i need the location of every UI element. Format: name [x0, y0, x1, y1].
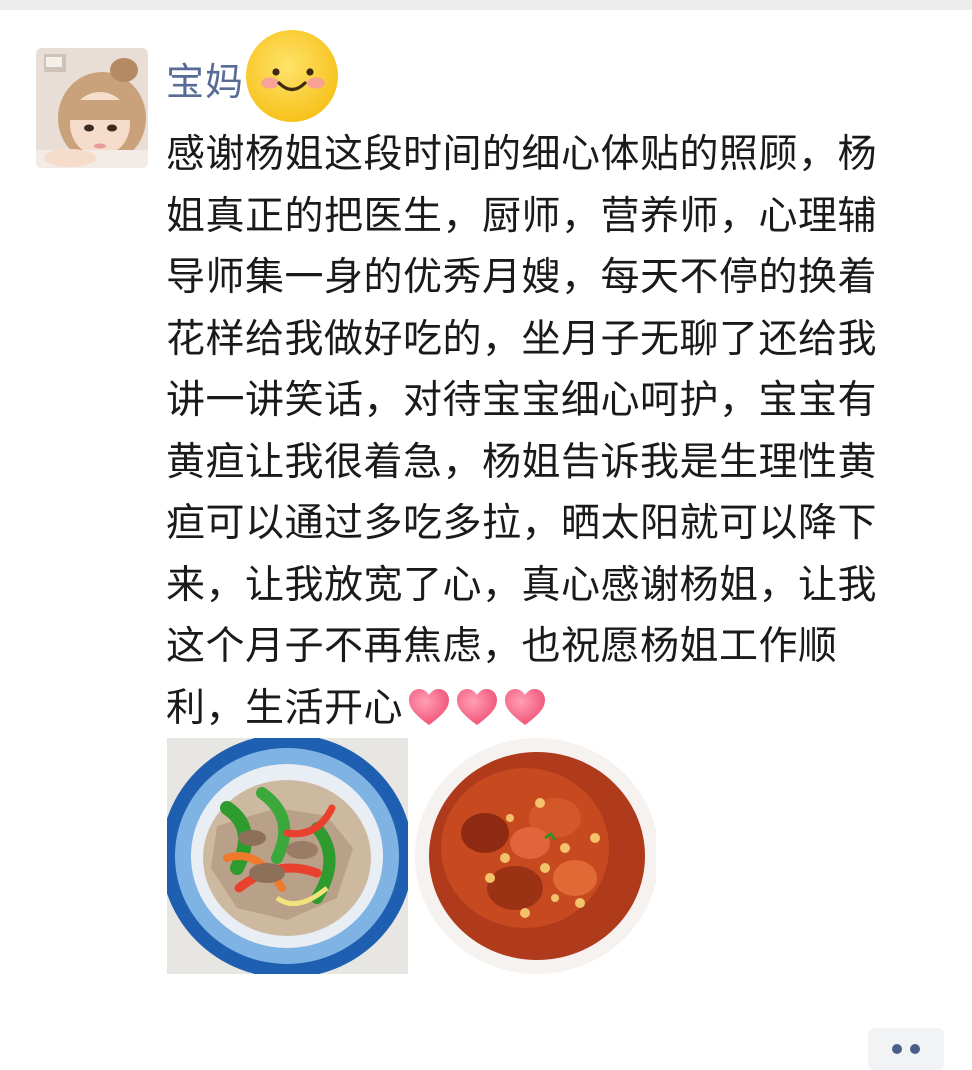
post-text-line: 讲一讲笑话，对待宝宝细心呵护，宝宝有	[166, 378, 878, 423]
status-bar-strip	[0, 0, 972, 10]
post-text-line: 感谢杨姐这段时间的细心体贴的照顾，杨	[166, 132, 878, 177]
post-text-line: 这个月子不再焦虑，也祝愿杨姐工作顺	[166, 624, 838, 669]
more-dots-icon	[910, 1044, 920, 1054]
post-text-line: 利，生活开心	[166, 685, 404, 731]
post-text-line: 姐真正的把医生，厨师，营养师，心理辅	[166, 193, 878, 239]
username[interactable]: 宝妈	[166, 56, 244, 108]
post-text-line: 疸可以通过多吃多拉，晒太阳就可以降下	[166, 501, 878, 546]
post-images	[167, 738, 657, 974]
heart-emoji-icon	[409, 688, 450, 725]
moments-post: 宝妈 感谢杨姐这段时间的细心体贴的照顾，杨 姐真正的把医生，厨师，营养师，心理辅…	[0, 10, 972, 1070]
avatar[interactable]	[36, 48, 148, 168]
heart-emoji-icon	[457, 688, 498, 725]
post-text: 感谢杨姐这段时间的细心体贴的照顾，杨 姐真正的把医生，厨师，营养师，心理辅 导师…	[166, 124, 926, 745]
post-text-line-last: 利，生活开心	[166, 678, 926, 746]
hearts-emoji-group	[407, 684, 551, 746]
post-text-line: 花样给我做好吃的，坐月子无聊了还给我	[166, 316, 878, 362]
smile-emoji-icon	[244, 28, 340, 124]
heart-emoji-icon	[505, 688, 546, 725]
post-text-line: 导师集一身的优秀月嫂，每天不停的换着	[166, 255, 878, 300]
stir-fried-pork-with-peppers-photo[interactable]	[167, 738, 408, 974]
more-dots-icon	[892, 1044, 902, 1054]
more-actions-button[interactable]	[868, 1028, 944, 1070]
post-text-line: 来，让我放宽了心，真心感谢杨姐，让我	[166, 562, 878, 608]
braised-pork-with-soybeans-photo[interactable]	[415, 738, 656, 974]
post-text-line: 黄疸让我很着急，杨姐告诉我是生理性黄	[166, 439, 878, 485]
